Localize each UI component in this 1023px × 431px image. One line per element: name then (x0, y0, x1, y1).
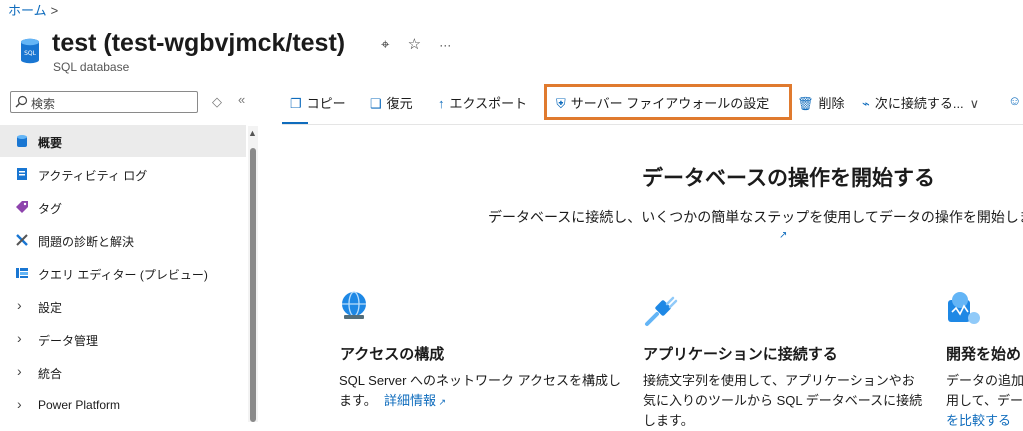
search-icon (15, 95, 28, 108)
search-placeholder: 検索 (31, 97, 56, 111)
card-dev-title: 開発を始め (946, 346, 1022, 363)
card-connect-line1: 接続文字列を使用して、アプリケーションやお (643, 373, 915, 388)
card-dev-line3[interactable]: を比較する (946, 411, 1023, 431)
sidebar-item-label: 統合 (38, 367, 63, 381)
export-button[interactable]: ↑ エクスポート (438, 93, 527, 112)
sql-database-icon: SQL (21, 38, 39, 64)
sidebar-item-activity-log[interactable]: アクティビティ ログ (0, 158, 246, 190)
export-label: エクスポート (449, 96, 528, 111)
connect-button[interactable]: ⌁ 次に接続する... ∨ (862, 93, 979, 112)
page-subtitle: SQL database (53, 60, 130, 74)
chevron-right-icon: › (17, 363, 22, 379)
chevron-right-icon: › (17, 297, 22, 313)
feedback-icon[interactable]: ☺ (1008, 93, 1023, 108)
development-icon (948, 292, 980, 324)
getting-started-title: データベースの操作を開始する (642, 167, 935, 190)
svg-text:SQL: SQL (24, 50, 37, 57)
sidebar-item-tags[interactable]: タグ (0, 191, 246, 223)
delete-label: 削除 (818, 96, 845, 111)
sidebar-item-label: アクティビティ ログ (38, 169, 148, 183)
title-actions: ⌖ ☆ ··· (381, 35, 465, 53)
expand-collapse-icon[interactable]: ◇ (212, 94, 222, 110)
copy-button[interactable]: ❐ コピー (290, 93, 346, 112)
sidebar-item-label: クエリ エディター (プレビュー) (38, 268, 208, 282)
card-access-title: アクセスの構成 (340, 346, 445, 363)
card-connect-title: アプリケーションに接続する (643, 346, 838, 363)
copy-label: コピー (306, 96, 346, 111)
query-editor-icon (16, 268, 28, 278)
chevron-right-icon: › (17, 330, 22, 346)
pin-icon[interactable]: ⌖ (381, 36, 389, 53)
chevron-right-icon: › (17, 396, 22, 412)
chevron-down-icon: ∨ (969, 96, 980, 111)
copy-icon: ❐ (290, 96, 302, 111)
external-link-icon: ↗ (435, 397, 446, 407)
collapse-sidebar-icon[interactable]: « (238, 92, 245, 107)
sidebar-item-label: タグ (38, 202, 63, 216)
breadcrumb: ホーム > (8, 0, 58, 19)
restore-icon: ❑ (370, 96, 382, 111)
toolbar-divider (282, 124, 1023, 125)
sidebar-item-label: Power Platform (38, 398, 121, 412)
card-access-line2: ます。 (339, 393, 377, 408)
sql-database-icon (17, 135, 27, 147)
restore-button[interactable]: ❑ 復元 (370, 93, 413, 112)
sidebar-item-label: 設定 (38, 301, 63, 315)
breadcrumb-separator: > (50, 3, 59, 18)
sidebar-item-label: データ管理 (38, 334, 99, 348)
card-connect-line3: します。 (643, 413, 694, 428)
sidebar-item-diagnose[interactable]: 問題の診断と解決 (0, 224, 246, 256)
sidebar-item-integrations[interactable]: › 統合 (0, 356, 246, 388)
restore-label: 復元 (386, 96, 413, 111)
search-input[interactable]: 検索 (10, 91, 198, 113)
connect-app-icon (645, 296, 678, 326)
sidebar-item-query-editor[interactable]: クエリ エディター (プレビュー) (0, 257, 246, 289)
sidebar-item-overview[interactable]: 概要 (0, 125, 246, 157)
card-access-description: SQL Server へのネットワーク アクセスを構成し ます。 詳細情報 ↗ (339, 371, 621, 412)
sidebar-item-label: 問題の診断と解決 (38, 235, 135, 249)
sidebar-item-power-platform[interactable]: › Power Platform (0, 389, 246, 421)
tag-icon (16, 201, 28, 213)
learn-more-link[interactable]: 詳細情報 (384, 393, 436, 408)
sidebar-item-data-management[interactable]: › データ管理 (0, 323, 246, 355)
getting-started-description: データベースに接続し、いくつかの簡単なステップを使用してデータの操作を開始します… (488, 209, 1023, 225)
firewall-highlight-box (544, 84, 792, 120)
sidebar-item-settings[interactable]: › 設定 (0, 290, 246, 322)
activity-log-icon (17, 168, 27, 180)
network-access-icon (342, 291, 366, 319)
card-connect-line2: 気に入りのツールから SQL データベースに接続 (643, 393, 923, 408)
sidebar-scroll-thumb[interactable] (250, 148, 256, 422)
connect-label: 次に接続する... (874, 96, 964, 111)
external-link-icon[interactable]: ↗ (779, 230, 787, 241)
toolbar-active-indicator (282, 122, 308, 124)
card-dev-line1: データの追加 (946, 373, 1023, 388)
wrench-icon (16, 234, 28, 246)
scroll-up-icon[interactable]: ▲ (248, 128, 257, 138)
card-dev-line2: 用して、デー (946, 393, 1023, 408)
export-arrow-icon: ↑ (438, 96, 445, 111)
breadcrumb-home-link[interactable]: ホーム (8, 3, 47, 18)
star-icon[interactable]: ☆ (408, 36, 421, 53)
page-title: test (test-wgbvjmck/test) (52, 29, 346, 57)
delete-button[interactable]: 🗑 削除 (797, 93, 845, 112)
trash-icon: 🗑 (797, 96, 814, 111)
plug-icon: ⌁ (862, 96, 870, 111)
card-dev-description: データの追加 用して、デー を比較する (946, 371, 1023, 431)
sidebar-item-label: 概要 (38, 136, 63, 150)
card-access-line1: SQL Server へのネットワーク アクセスを構成し (339, 373, 622, 388)
card-connect-description: 接続文字列を使用して、アプリケーションやお 気に入りのツールから SQL データ… (643, 371, 922, 431)
more-icon[interactable]: ··· (439, 38, 451, 52)
